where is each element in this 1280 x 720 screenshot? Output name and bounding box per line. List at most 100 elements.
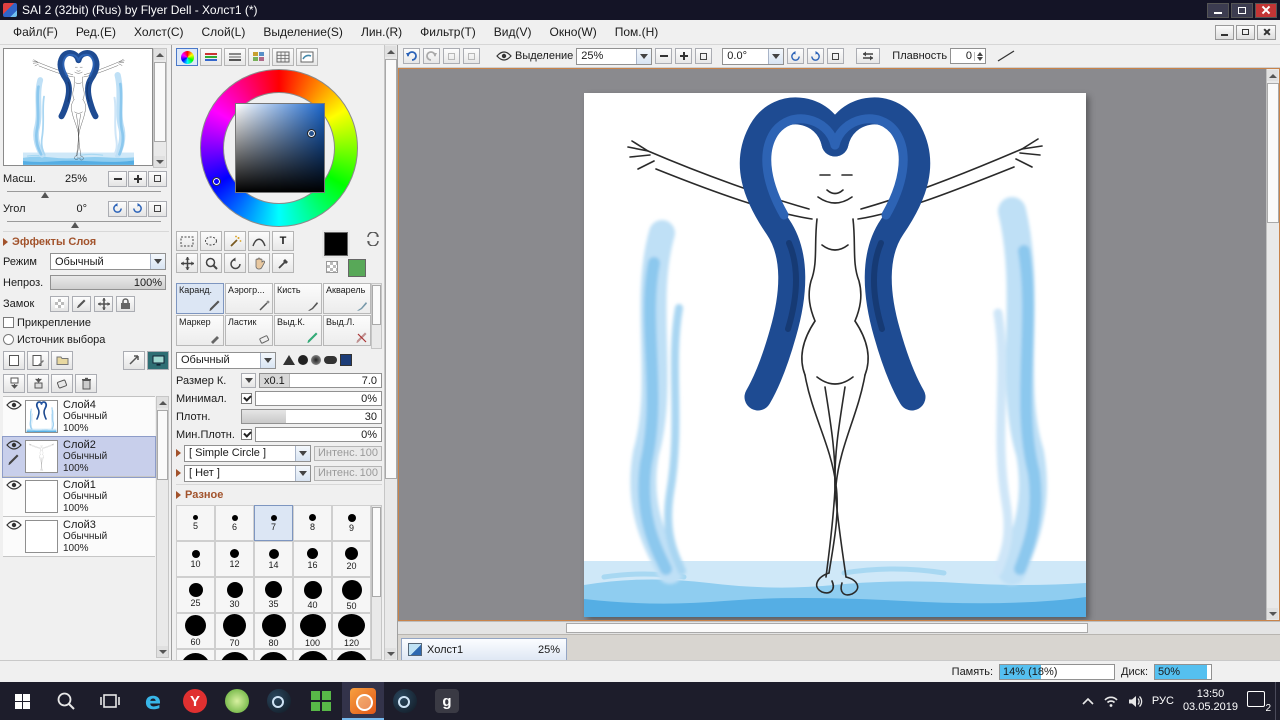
language-indicator[interactable]: РУС: [1152, 695, 1174, 707]
text-tool[interactable]: T: [272, 231, 294, 251]
brush-texture-select[interactable]: [ Simple Circle ]: [184, 445, 311, 462]
color-wheel-tab[interactable]: [176, 48, 198, 66]
visibility-eye-icon[interactable]: [6, 480, 22, 490]
close-button[interactable]: [1255, 3, 1277, 18]
size-cell-partial[interactable]: [293, 649, 332, 660]
search-button[interactable]: [44, 682, 88, 720]
new-folder-button[interactable]: [51, 351, 73, 370]
density-slider[interactable]: 30: [241, 409, 382, 424]
lock-paint-button[interactable]: [72, 296, 91, 312]
size-cell[interactable]: 9: [332, 505, 371, 541]
clear-layer-button[interactable]: [51, 374, 73, 393]
nav-rotate-ccw-button[interactable]: [108, 201, 127, 217]
zoom-reset-button[interactable]: [695, 48, 712, 64]
rotate-view-tool[interactable]: [224, 253, 246, 273]
zoom-select[interactable]: 25%: [576, 48, 652, 65]
nav-zoom-slider[interactable]: [7, 188, 161, 198]
size-cell[interactable]: 14: [254, 541, 293, 577]
nav-zoom-in-button[interactable]: [128, 171, 147, 187]
redo-button[interactable]: [423, 48, 440, 64]
size-unit-dropdown[interactable]: [241, 373, 256, 388]
size-cell-partial[interactable]: [215, 649, 254, 660]
child-minimize-button[interactable]: [1215, 25, 1234, 40]
angle-select[interactable]: 0.0°: [722, 48, 784, 65]
tool-panel-scrollbar[interactable]: [384, 45, 397, 660]
expand-arrow-icon[interactable]: [176, 469, 181, 477]
eyedropper-tool[interactable]: [272, 253, 294, 273]
brush-eraser[interactable]: Ластик: [225, 315, 273, 346]
brush-size-field[interactable]: x0.1 7.0: [259, 373, 382, 388]
zoom-in-button[interactable]: [675, 48, 692, 64]
size-cell[interactable]: 30: [215, 577, 254, 613]
new-sketch-layer-button[interactable]: [27, 351, 49, 370]
taskbar-app-sai-active[interactable]: [342, 682, 384, 720]
size-cell[interactable]: 10: [176, 541, 215, 577]
rotate-ccw-button[interactable]: [787, 48, 804, 64]
menu-item-file[interactable]: Файл(F): [4, 21, 67, 43]
menu-item-view[interactable]: Вид(V): [485, 21, 541, 43]
brush-grid-scrollbar[interactable]: [371, 283, 382, 349]
hand-tool[interactable]: [248, 253, 270, 273]
layer-row-2-selected[interactable]: Слой2 Обычный 100%: [3, 437, 155, 477]
visibility-eye-icon[interactable]: [6, 520, 22, 530]
chevron-down-icon[interactable]: [636, 49, 651, 64]
zoom-tool[interactable]: [200, 253, 222, 273]
clipping-checkbox[interactable]: [3, 317, 14, 328]
nav-zoom-reset-button[interactable]: [148, 171, 167, 187]
chevron-down-icon[interactable]: [295, 446, 310, 461]
transfer-down-button[interactable]: [3, 374, 25, 393]
misc-section-header[interactable]: Разное: [176, 484, 382, 504]
menu-item-window[interactable]: Окно(W): [541, 21, 606, 43]
taskbar-app-gimp[interactable]: g: [426, 682, 468, 720]
size-cell[interactable]: 20: [332, 541, 371, 577]
menu-item-canvas[interactable]: Холст(C): [125, 21, 192, 43]
size-cell[interactable]: 12: [215, 541, 254, 577]
primary-color-swatch[interactable]: [324, 232, 348, 256]
screen-mode-button[interactable]: [147, 351, 169, 370]
action-center-button[interactable]: 2: [1247, 691, 1269, 711]
nav-rotate-cw-button[interactable]: [128, 201, 147, 217]
size-cell[interactable]: 35: [254, 577, 293, 613]
magic-wand-tool[interactable]: [224, 231, 246, 251]
size-cell[interactable]: 16: [293, 541, 332, 577]
expand-arrow-icon[interactable]: [176, 449, 181, 457]
brush-blend-select[interactable]: Обычный: [176, 352, 276, 369]
rotate-cw-button[interactable]: [807, 48, 824, 64]
secondary-color-swatch[interactable]: [348, 259, 366, 277]
tray-expand-icon[interactable]: [1082, 697, 1094, 705]
new-layer-button[interactable]: [3, 351, 25, 370]
flip-horizontal-button[interactable]: [856, 48, 880, 64]
menu-item-filter[interactable]: Фильтр(T): [411, 21, 485, 43]
show-desktop-button[interactable]: [1275, 682, 1280, 720]
size-cell[interactable]: 70: [215, 613, 254, 649]
clock[interactable]: 13:50 03.05.2019: [1183, 688, 1238, 714]
volume-icon[interactable]: [1128, 695, 1143, 708]
chevron-down-icon[interactable]: [768, 49, 783, 64]
brush-tip-hard-icon[interactable]: [298, 355, 308, 365]
size-cell-partial[interactable]: [332, 649, 371, 660]
layer-effects-header[interactable]: Эффекты Слоя: [3, 231, 169, 251]
menu-item-line[interactable]: Лин.(R): [352, 21, 411, 43]
layer-row-3[interactable]: Слой3 Обычный 100%: [3, 517, 155, 557]
delete-layer-button[interactable]: [75, 374, 97, 393]
size-cell[interactable]: 6: [215, 505, 254, 541]
layer-row-1[interactable]: Слой1 Обычный 100%: [3, 477, 155, 517]
maximize-button[interactable]: [1231, 3, 1253, 18]
color-mixer-tab[interactable]: [248, 48, 270, 66]
toolbar-disabled-button-2[interactable]: [463, 48, 480, 64]
size-cell-selected[interactable]: 7: [254, 505, 293, 541]
taskbar-app-edge[interactable]: e: [132, 682, 174, 720]
lock-move-button[interactable]: [94, 296, 113, 312]
size-cell[interactable]: 60: [176, 613, 215, 649]
nav-angle-reset-button[interactable]: [148, 201, 167, 217]
min-density-slider[interactable]: 0%: [255, 427, 382, 442]
angle-reset-button[interactable]: [827, 48, 844, 64]
brush-pencil[interactable]: Каранд.: [176, 283, 224, 314]
toolbar-disabled-button-1[interactable]: [443, 48, 460, 64]
brush-tip-triangle-icon[interactable]: [283, 355, 295, 365]
brush-tip-soft-icon[interactable]: [311, 355, 321, 365]
chevron-down-icon[interactable]: [150, 254, 165, 269]
size-cell[interactable]: 5: [176, 505, 215, 541]
size-cell[interactable]: 80: [254, 613, 293, 649]
size-cell[interactable]: 50: [332, 577, 371, 613]
